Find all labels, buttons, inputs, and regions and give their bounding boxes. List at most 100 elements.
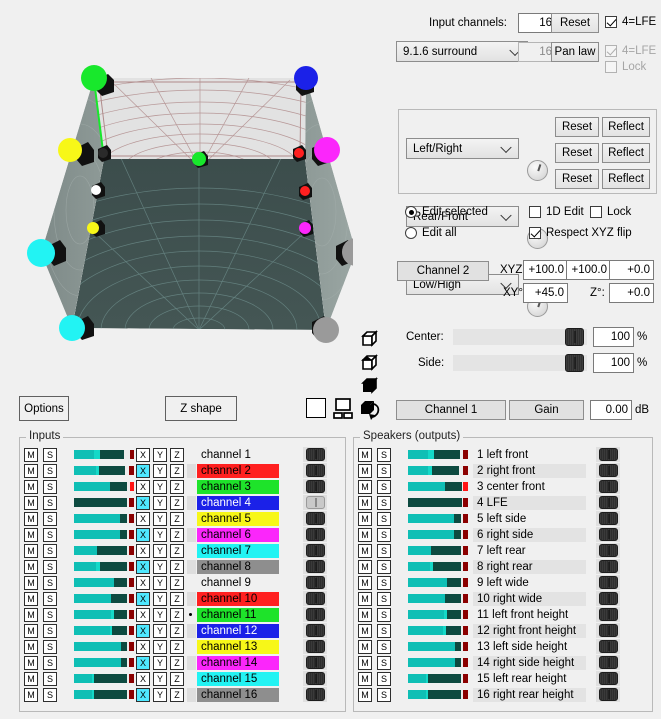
input-channel-name[interactable]: channel 12 [197, 624, 279, 638]
speaker-channel-name[interactable]: 2 right front [473, 464, 586, 478]
input-solo-button[interactable]: S [43, 544, 57, 558]
axis-combo-0[interactable]: Left/Right [406, 138, 519, 159]
input-x-button[interactable]: X [136, 560, 150, 574]
edit-selected-radio-row[interactable]: Edit selected [405, 206, 488, 218]
speaker-pan-slider[interactable] [596, 575, 620, 590]
input-pan-handle[interactable] [306, 640, 325, 653]
input-solo-button[interactable]: S [43, 592, 57, 606]
speaker-pan-slider[interactable] [596, 511, 620, 526]
input-pan-slider[interactable] [303, 639, 327, 654]
input-y-button[interactable]: Y [153, 528, 167, 542]
speaker-mute-button[interactable]: M [358, 480, 372, 494]
input-x-button[interactable]: X [136, 528, 150, 542]
input-mute-button[interactable]: M [24, 464, 38, 478]
speaker-mute-button[interactable]: M [358, 560, 372, 574]
input-pan-slider[interactable] [303, 463, 327, 478]
speaker-dot-red-small-a[interactable] [294, 148, 304, 158]
xyz-z-field[interactable]: +0.0 [609, 260, 654, 280]
speaker-solo-button[interactable]: S [377, 464, 391, 478]
input-x-button[interactable]: X [136, 544, 150, 558]
input-z-button[interactable]: Z [170, 592, 184, 606]
speaker-solo-button[interactable]: S [377, 528, 391, 542]
xyz-y-field[interactable]: +100.0 [566, 260, 611, 280]
input-y-button[interactable]: Y [153, 448, 167, 462]
speaker-pan-slider[interactable] [596, 479, 620, 494]
speaker-pan-handle[interactable] [599, 512, 618, 525]
input-pan-handle[interactable] [306, 672, 325, 685]
speaker-solo-button[interactable]: S [377, 656, 391, 670]
speaker-pan-handle[interactable] [599, 528, 618, 541]
inputs-list[interactable]: M S X Y Zchannel 1 M S X Y Zchannel 2 M S X Y Zchannel… [19, 447, 346, 710]
speaker-dot-magenta-small-right[interactable] [299, 222, 311, 234]
input-z-button[interactable]: Z [170, 528, 184, 542]
input-pan-slider[interactable] [303, 623, 327, 638]
gain-button[interactable]: Gain [509, 400, 584, 420]
speaker-mute-button[interactable]: M [358, 512, 372, 526]
speaker-mute-button[interactable]: M [358, 656, 372, 670]
input-pan-slider[interactable] [303, 687, 327, 702]
speaker-pan-slider[interactable] [596, 559, 620, 574]
input-y-button[interactable]: Y [153, 656, 167, 670]
speaker-pan-slider[interactable] [596, 623, 620, 638]
input-x-button[interactable]: X [136, 464, 150, 478]
axis-reflect-0-button[interactable]: Reflect [602, 117, 650, 137]
input-solo-button[interactable]: S [43, 672, 57, 686]
input-y-button[interactable]: Y [153, 640, 167, 654]
axis-reset-1-button[interactable]: Reset [555, 143, 599, 163]
xyz-x-field[interactable]: +100.0 [523, 260, 568, 280]
speaker-mute-button[interactable]: M [358, 592, 372, 606]
speaker-channel-name[interactable]: 6 right side [473, 528, 586, 542]
cube-solid-icon[interactable] [361, 377, 379, 395]
xy-angle-field[interactable]: +45.0 [523, 283, 568, 303]
input-mute-button[interactable]: M [24, 496, 38, 510]
input-pan-handle[interactable] [306, 448, 325, 461]
input-pan-handle[interactable] [306, 512, 325, 525]
speaker-mute-button[interactable]: M [358, 528, 372, 542]
speaker-mute-button[interactable]: M [358, 624, 372, 638]
input-solo-button[interactable]: S [43, 640, 57, 654]
input-pan-slider[interactable] [303, 527, 327, 542]
input-channel-name[interactable]: channel 2 [197, 464, 279, 478]
input-y-button[interactable]: Y [153, 512, 167, 526]
input-pan-slider[interactable] [303, 543, 327, 558]
input-y-button[interactable]: Y [153, 464, 167, 478]
speaker-dot-black-small-left[interactable] [98, 148, 108, 158]
speaker-dot-yellow-small-left[interactable] [87, 222, 99, 234]
input-mute-button[interactable]: M [24, 688, 38, 702]
input-x-button[interactable]: X [136, 512, 150, 526]
speaker-pan-handle[interactable] [599, 592, 618, 605]
speaker-channel-name[interactable]: 1 left front [473, 448, 586, 462]
input-z-button[interactable]: Z [170, 480, 184, 494]
speaker-pan-handle[interactable] [599, 560, 618, 573]
input-mute-button[interactable]: M [24, 640, 38, 654]
speaker-channel-name[interactable]: 8 right rear [473, 560, 586, 574]
input-z-button[interactable]: Z [170, 544, 184, 558]
input-x-button[interactable]: X [136, 592, 150, 606]
speaker-solo-button[interactable]: S [377, 576, 391, 590]
one-d-edit-checkbox[interactable] [529, 206, 541, 218]
input-pan-slider[interactable] [303, 591, 327, 606]
input-pan-handle[interactable] [306, 544, 325, 557]
input-solo-button[interactable]: S [43, 512, 57, 526]
input-z-button[interactable]: Z [170, 624, 184, 638]
input-mute-button[interactable]: M [24, 624, 38, 638]
input-z-button[interactable]: Z [170, 576, 184, 590]
speaker-pan-handle[interactable] [599, 656, 618, 669]
respect-xyz-flip-row[interactable]: Respect XYZ flip [529, 227, 632, 239]
input-solo-button[interactable]: S [43, 576, 57, 590]
z-angle-field[interactable]: +0.0 [609, 283, 654, 303]
input-z-button[interactable]: Z [170, 464, 184, 478]
input-y-button[interactable]: Y [153, 608, 167, 622]
input-solo-button[interactable]: S [43, 464, 57, 478]
input-pan-slider[interactable] [303, 495, 327, 510]
input-mute-button[interactable]: M [24, 544, 38, 558]
gain-value-field[interactable]: 0.00 [590, 400, 632, 420]
input-mute-button[interactable]: M [24, 672, 38, 686]
input-mute-button[interactable]: M [24, 512, 38, 526]
speaker-pan-slider[interactable] [596, 591, 620, 606]
speaker-pan-slider[interactable] [596, 607, 620, 622]
respect-xyz-flip-checkbox[interactable] [529, 227, 541, 239]
center-slider-handle[interactable] [565, 328, 584, 346]
input-channel-name[interactable]: channel 10 [197, 592, 279, 606]
cube-rotate-icon[interactable] [359, 399, 383, 421]
